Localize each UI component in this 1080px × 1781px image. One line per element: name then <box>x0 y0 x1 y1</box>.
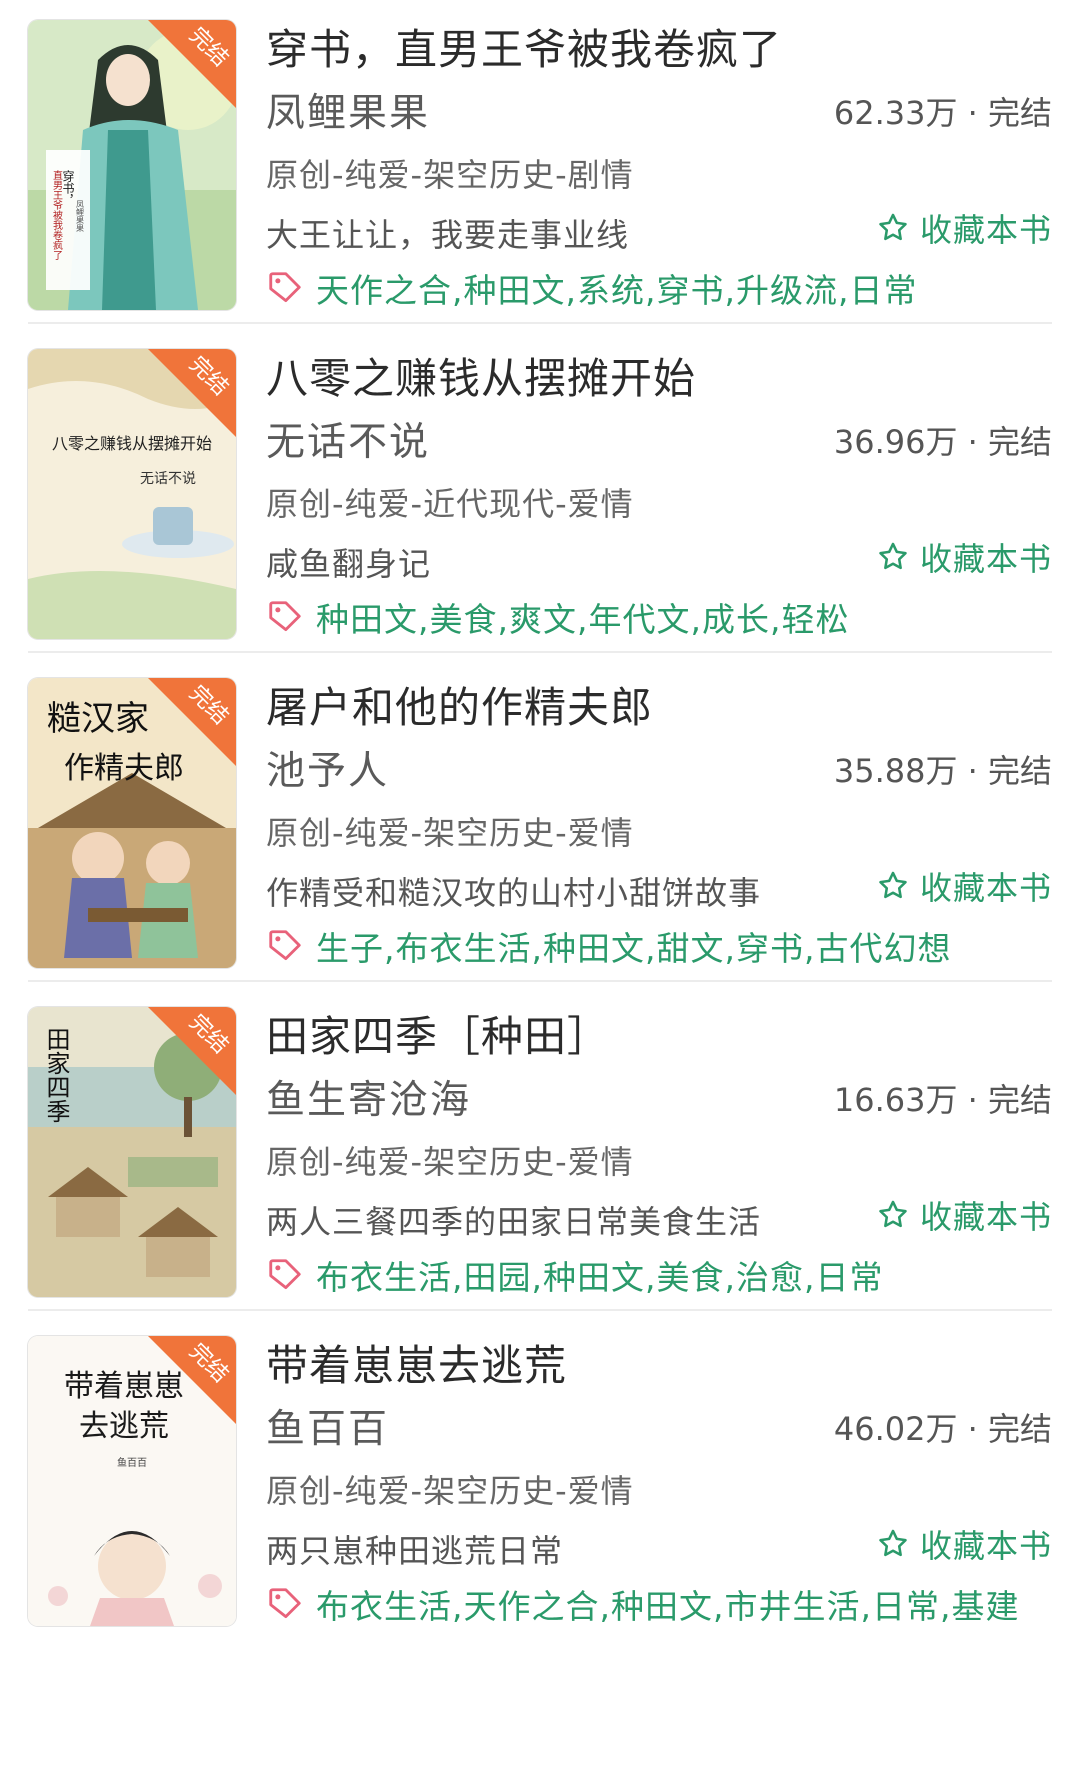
star-outline-icon <box>879 213 907 241</box>
favorite-label: 收藏本书 <box>919 1198 1052 1236</box>
favorite-button[interactable]: 收藏本书 <box>876 1195 1052 1236</box>
book-tags[interactable]: 天作之合,种田文,系统,穿书,升级流,日常 <box>266 266 917 310</box>
book-author[interactable]: 无话不说 <box>266 411 430 467</box>
book-category: 原创-纯爱-架空历史-爱情 <box>266 1143 634 1181</box>
book-category: 原创-纯爱-架空历史-爱情 <box>266 1472 634 1510</box>
tag-list-text[interactable]: 种田文,美食,爽文,年代文,成长,轻松 <box>316 593 849 641</box>
book-title[interactable]: 田家四季［种田］ <box>266 1003 610 1064</box>
book-item[interactable]: 糙汉家 作精夫郎 完结 屠户和他的作精夫郎 池予人 35.88万 · 完结 原创… <box>0 658 1080 1032</box>
book-description: 大王让让，我要走事业线 <box>266 216 630 254</box>
book-category: 原创-纯爱-架空历史-爱情 <box>266 814 634 852</box>
favorite-button[interactable]: 收藏本书 <box>876 1524 1052 1565</box>
book-tags[interactable]: 布衣生活,天作之合,种田文,市井生活,日常,基建 <box>266 1582 1019 1626</box>
divider <box>28 322 1052 324</box>
book-item[interactable]: 穿书， 直男王爷被我卷疯了 凤鲤果果 完结 穿书，直男王爷被我卷疯了 凤鲤果果 … <box>0 0 1080 374</box>
book-title[interactable]: 八零之赚钱从摆摊开始 <box>266 345 696 406</box>
divider <box>28 980 1052 982</box>
cover-title-text: 穿书， <box>61 169 75 206</box>
tag-list-text[interactable]: 布衣生活,田园,种田文,美食,治愈,日常 <box>316 1251 883 1299</box>
tag-list-text[interactable]: 生子,布衣生活,种田文,甜文,穿书,古代幻想 <box>316 922 951 970</box>
book-tags[interactable]: 种田文,美食,爽文,年代文,成长,轻松 <box>266 595 849 639</box>
tag-icon <box>269 930 301 961</box>
book-cover[interactable]: 田家四季 完结 <box>28 1007 236 1297</box>
book-category: 原创-纯爱-架空历史-剧情 <box>266 156 634 194</box>
book-author[interactable]: 凤鲤果果 <box>266 82 430 138</box>
book-item[interactable]: 田家四季 完结 田家四季［种田］ 鱼生寄沧海 16.63万 · 完结 原创-纯爱… <box>0 987 1080 1361</box>
favorite-label: 收藏本书 <box>919 540 1052 578</box>
star-outline-icon <box>879 542 907 570</box>
book-stats: 62.33万 · 完结 <box>833 94 1052 132</box>
book-cover[interactable]: 带着崽崽 去逃荒 鱼百百 完结 <box>28 1336 236 1626</box>
tag-icon <box>269 272 301 303</box>
star-outline-icon <box>879 1200 907 1228</box>
book-author[interactable]: 池予人 <box>266 740 389 796</box>
book-item[interactable]: 带着崽崽 去逃荒 鱼百百 完结 带着崽崽去逃荒 鱼百百 46.02万 · 完结 … <box>0 1316 1080 1690</box>
cover-title-text: 作精夫郎 <box>64 751 184 786</box>
book-title[interactable]: 穿书，直男王爷被我卷疯了 <box>266 16 782 77</box>
book-description: 咸鱼翻身记 <box>266 545 432 583</box>
book-description: 两只崽种田逃荒日常 <box>266 1532 564 1570</box>
book-stats: 35.88万 · 完结 <box>833 752 1052 790</box>
cover-title-text: 带着崽崽 <box>64 1369 184 1404</box>
star-outline-icon <box>879 1529 907 1557</box>
cover-author-text: 无话不说 <box>140 471 196 487</box>
book-description: 作精受和糙汉攻的山村小甜饼故事 <box>266 874 762 912</box>
book-title[interactable]: 带着崽崽去逃荒 <box>266 1332 567 1393</box>
star-outline-icon <box>879 871 907 899</box>
book-list: 穿书， 直男王爷被我卷疯了 凤鲤果果 完结 穿书，直男王爷被我卷疯了 凤鲤果果 … <box>0 0 1080 1781</box>
cover-title-text: 田家四季 <box>42 1027 70 1123</box>
tag-list-text[interactable]: 天作之合,种田文,系统,穿书,升级流,日常 <box>316 264 917 312</box>
cover-title-text: 去逃荒 <box>79 1409 169 1444</box>
cover-title-text: 糙汉家 <box>47 699 149 739</box>
cover-title-text: 直男王爷被我卷疯了 <box>51 169 63 260</box>
favorite-label: 收藏本书 <box>919 211 1052 249</box>
divider <box>28 1309 1052 1311</box>
book-description: 两人三餐四季的田家日常美食生活 <box>266 1203 762 1241</box>
favorite-button[interactable]: 收藏本书 <box>876 208 1052 249</box>
book-stats: 16.63万 · 完结 <box>833 1081 1052 1119</box>
book-author[interactable]: 鱼生寄沧海 <box>266 1069 471 1125</box>
divider <box>28 651 1052 653</box>
book-tags[interactable]: 生子,布衣生活,种田文,甜文,穿书,古代幻想 <box>266 924 951 968</box>
book-cover[interactable]: 八零之赚钱从摆摊开始 无话不说 完结 <box>28 349 236 639</box>
favorite-label: 收藏本书 <box>919 1527 1052 1565</box>
book-stats: 46.02万 · 完结 <box>833 1410 1052 1448</box>
favorite-button[interactable]: 收藏本书 <box>876 866 1052 907</box>
cover-author-text: 凤鲤果果 <box>76 200 85 233</box>
tag-icon <box>269 1259 301 1290</box>
book-category: 原创-纯爱-近代现代-爱情 <box>266 485 634 523</box>
book-cover[interactable]: 穿书， 直男王爷被我卷疯了 凤鲤果果 完结 <box>28 20 236 310</box>
book-item[interactable]: 八零之赚钱从摆摊开始 无话不说 完结 八零之赚钱从摆摊开始 无话不说 36.96… <box>0 329 1080 703</box>
book-tags[interactable]: 布衣生活,田园,种田文,美食,治愈,日常 <box>266 1253 883 1297</box>
favorite-label: 收藏本书 <box>919 869 1052 907</box>
cover-author-text: 鱼百百 <box>117 1456 147 1469</box>
book-author[interactable]: 鱼百百 <box>266 1398 389 1454</box>
tag-icon <box>269 1588 301 1619</box>
book-title[interactable]: 屠户和他的作精夫郎 <box>266 674 653 735</box>
book-cover[interactable]: 糙汉家 作精夫郎 完结 <box>28 678 236 968</box>
cover-title-text: 八零之赚钱从摆摊开始 <box>52 434 212 453</box>
book-stats: 36.96万 · 完结 <box>833 423 1052 461</box>
tag-list-text[interactable]: 布衣生活,天作之合,种田文,市井生活,日常,基建 <box>316 1580 1019 1628</box>
tag-icon <box>269 601 301 632</box>
favorite-button[interactable]: 收藏本书 <box>876 537 1052 578</box>
